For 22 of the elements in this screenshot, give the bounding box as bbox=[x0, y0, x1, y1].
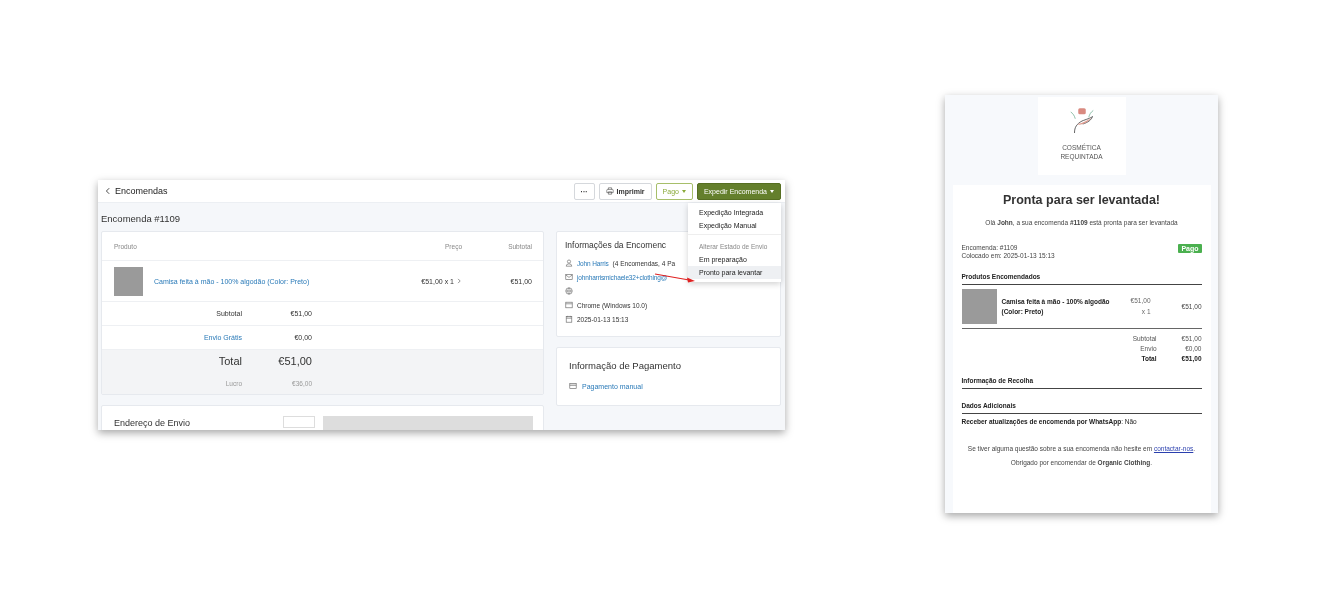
calendar-icon bbox=[565, 315, 573, 323]
card-title: Informação de Pagamento bbox=[569, 360, 681, 371]
caret-icon bbox=[770, 189, 774, 193]
window-icon bbox=[565, 301, 573, 309]
chevron-right-icon bbox=[456, 278, 462, 284]
order-title: Encomenda #1109 bbox=[101, 213, 181, 224]
globe-icon bbox=[565, 287, 573, 295]
email-heading: Pronta para ser levantada! bbox=[1002, 193, 1161, 207]
printer-icon bbox=[605, 187, 614, 195]
mail-icon bbox=[565, 273, 573, 281]
card-title: Endereço de Envio bbox=[114, 418, 192, 428]
photo-placeholder bbox=[114, 266, 143, 296]
card-title: Informações da Encomenc bbox=[565, 240, 667, 250]
button-outline[interactable] bbox=[283, 416, 315, 428]
total-label: Total bbox=[217, 355, 242, 367]
photo-placeholder bbox=[961, 289, 997, 325]
caret-icon bbox=[681, 189, 686, 193]
user-icon bbox=[565, 259, 573, 267]
credit-card-icon bbox=[569, 382, 577, 390]
back-link[interactable]: Encomendas bbox=[104, 186, 168, 196]
total-value: €51,00 bbox=[277, 355, 313, 367]
chevron-left-icon bbox=[104, 187, 112, 195]
